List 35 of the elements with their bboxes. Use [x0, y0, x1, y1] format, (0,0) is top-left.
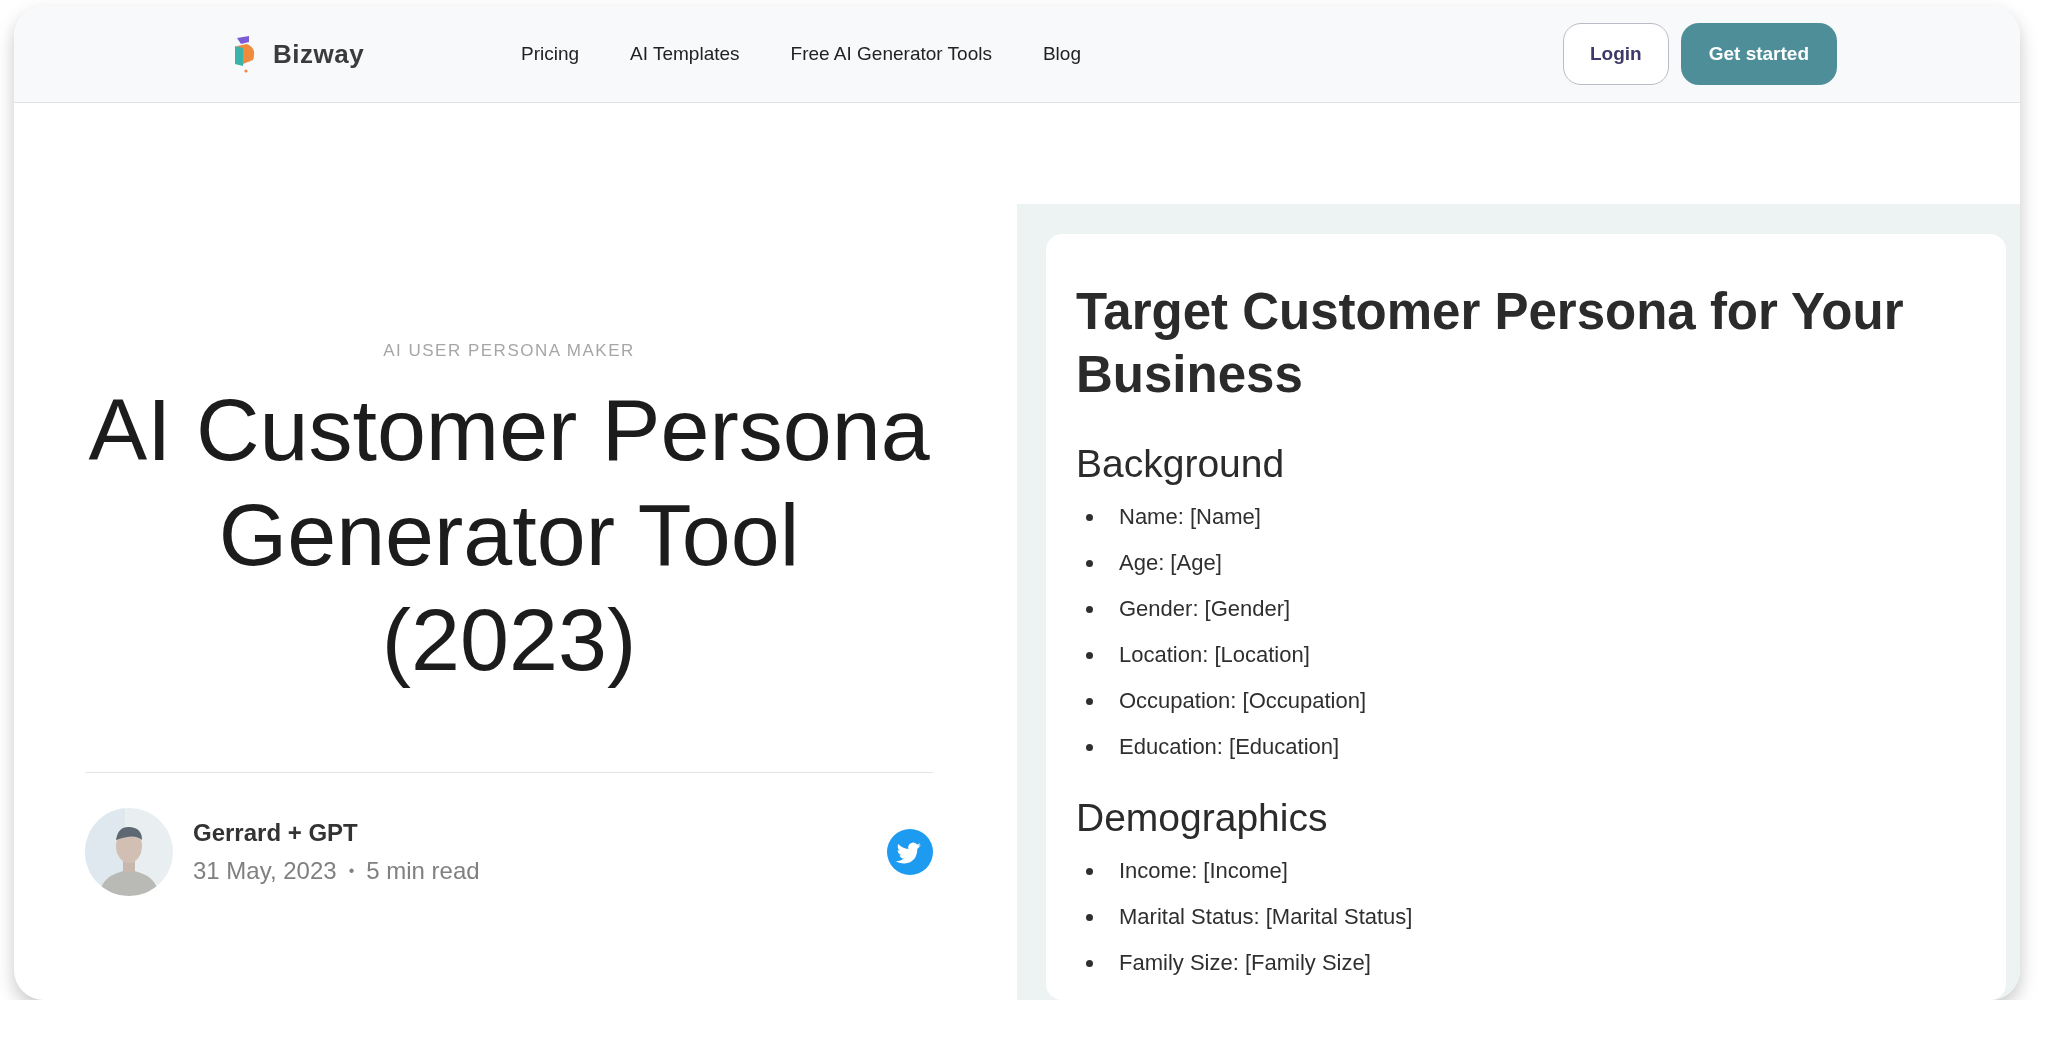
list-item: Family Size: [Family Size]: [1119, 950, 1371, 976]
bullet-icon: [1086, 743, 1093, 751]
list-item: Marital Status: [Marital Status]: [1119, 904, 1413, 930]
logo-text[interactable]: Bizway: [273, 38, 365, 70]
list-item: Income: [Income]: [1119, 858, 1288, 884]
list-item: Age: [Age]: [1119, 550, 1222, 576]
list-item: Name: [Name]: [1119, 504, 1261, 530]
list-item: Occupation: [Occupation]: [1119, 688, 1367, 714]
preview-heading: Target Customer Persona for Your Business: [1076, 282, 1905, 405]
bullet-icon: [1086, 697, 1093, 705]
nav-link[interactable]: Pricing: [521, 43, 580, 65]
bullet-icon: [1086, 651, 1093, 659]
bullet-icon: [1086, 559, 1093, 567]
nav-link[interactable]: Blog: [1042, 43, 1081, 65]
category-label: AI USER PERSONA MAKER: [382, 341, 636, 361]
bullet-icon: [1086, 959, 1093, 967]
list-item: Location: [Location]: [1119, 642, 1310, 668]
separator-dot: •: [348, 862, 355, 880]
section-heading: Background: [1076, 442, 1286, 486]
article-title: AI Customer Persona Generator Tool (2023): [87, 379, 931, 691]
author-name: Gerrard + GPT: [193, 819, 359, 847]
bullet-icon: [1086, 605, 1093, 613]
publish-date: 31 May, 2023: [193, 857, 337, 885]
bullet-icon: [1086, 867, 1093, 875]
get-started-button[interactable]: Get started: [1680, 23, 1837, 85]
section-heading: Demographics: [1076, 796, 1329, 840]
bullet-icon: [1086, 513, 1093, 521]
list-item: Education: [Education]: [1119, 734, 1340, 760]
bird-icon[interactable]: [887, 829, 933, 875]
read-time: 5 min read: [366, 857, 480, 885]
list-item: Gender: [Gender]: [1119, 596, 1291, 622]
nav-link[interactable]: AI Templates: [630, 43, 740, 65]
bullet-icon: [1086, 913, 1093, 921]
nav-link[interactable]: Free AI Generator Tools: [790, 43, 992, 65]
login-button[interactable]: Login: [1563, 23, 1669, 85]
